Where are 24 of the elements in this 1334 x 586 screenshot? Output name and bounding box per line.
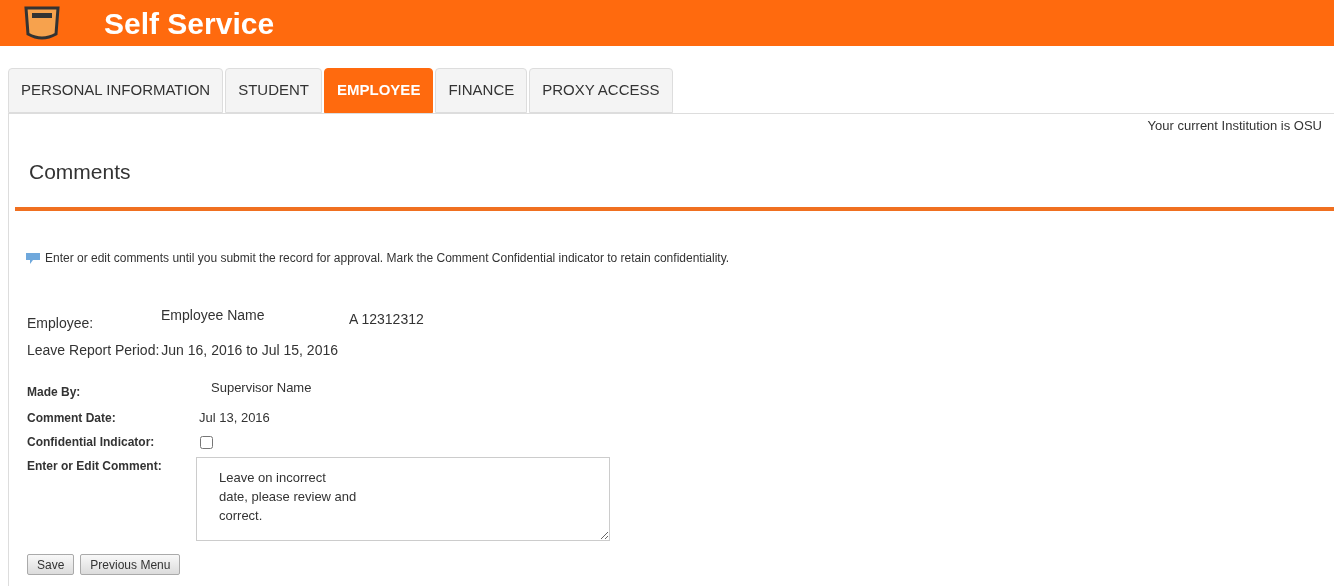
institution-text: Your current Institution is OSU — [1147, 117, 1322, 135]
page-title: Comments — [29, 158, 131, 185]
made-by-value: Supervisor Name — [210, 379, 312, 398]
header-title: Self Service — [104, 5, 275, 42]
confidential-checkbox[interactable] — [200, 435, 213, 449]
period-value: Jun 16, 2016 to Jul 15, 2016 — [161, 341, 338, 360]
tab[interactable]: PERSONAL INFORMATION — [8, 68, 224, 113]
tab[interactable]: PROXY ACCESS — [529, 68, 673, 113]
period-label: Leave Report Period: — [27, 341, 160, 360]
comment-date-label: Comment Date: — [27, 410, 117, 427]
confidential-label: Confidential Indicator: — [27, 434, 156, 451]
form-button[interactable]: Previous Menu — [80, 554, 181, 575]
form-button[interactable]: Save — [27, 554, 75, 575]
comment-field[interactable]: Leave on incorrect date, please review and correct. — [196, 457, 610, 541]
comment-date-value: Jul 13, 2016 — [199, 409, 270, 428]
comment-icon — [25, 251, 41, 265]
tab[interactable]: STUDENT — [225, 68, 323, 113]
made-by-label: Made By: — [27, 384, 82, 401]
employee-name: Employee Name — [161, 306, 266, 325]
comment-label: Enter or Edit Comment: — [27, 458, 163, 475]
employee-label: Employee: — [27, 314, 95, 333]
employee-id: A 12312312 — [349, 310, 424, 329]
info-text: Enter or edit comments until you submit the record for approval. Mark the Comment Confidential indicator to retain confidentiality. — [45, 250, 730, 267]
tab[interactable]: FINANCE — [435, 68, 528, 113]
